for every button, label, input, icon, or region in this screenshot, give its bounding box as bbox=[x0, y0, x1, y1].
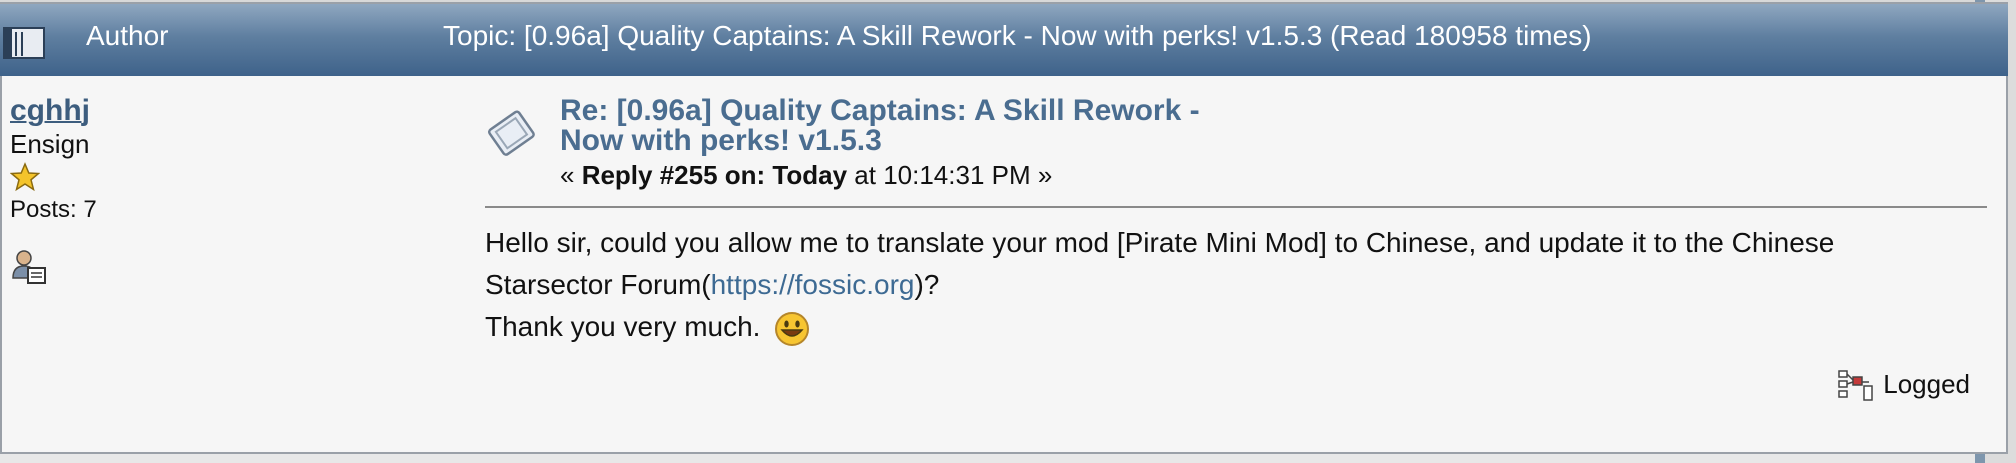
poster-info: cghhj Ensign Posts: 7 bbox=[10, 94, 370, 286]
body-line-2: Starsector Forum(https://fossic.org)? bbox=[485, 264, 1995, 306]
poster-post-count: Posts: 7 bbox=[10, 196, 97, 223]
meta-time: at 10:14:31 PM » bbox=[847, 160, 1053, 190]
meta-reply-number: Reply #255 on: Today bbox=[581, 160, 848, 190]
logged-icon bbox=[1838, 370, 1873, 401]
meta-prefix: « bbox=[560, 160, 582, 190]
post-title-link[interactable]: Re: [0.96a] Quality Captains: A Skill Re… bbox=[560, 96, 1260, 156]
profile-icon[interactable] bbox=[10, 248, 48, 286]
post-body: Hello sir, could you allow me to transla… bbox=[485, 222, 1995, 348]
post-icon bbox=[488, 110, 535, 156]
topic-title-header: Topic: [0.96a] Quality Captains: A Skill… bbox=[443, 20, 1592, 51]
post-title-line-1: Re: [0.96a] Quality Captains: A Skill Re… bbox=[560, 94, 1200, 127]
post-meta: « Reply #255 on: Today at 10:14:31 PM » bbox=[560, 160, 1052, 191]
author-column-header: Author bbox=[86, 20, 169, 51]
page-frame: Author Topic: [0.96a] Quality Captains: … bbox=[0, 0, 2016, 463]
body-line-3-text: Thank you very much. bbox=[485, 311, 761, 342]
logged-label: Logged bbox=[1883, 368, 1970, 399]
body-line-3: Thank you very much. bbox=[485, 306, 1995, 348]
topic-header-bar: Author Topic: [0.96a] Quality Captains: … bbox=[0, 4, 2008, 76]
smiley-icon bbox=[775, 311, 810, 346]
body-line-2-suffix: )? bbox=[914, 269, 940, 300]
topic-icon bbox=[3, 27, 45, 59]
poster-name-link[interactable]: cghhj bbox=[10, 94, 370, 128]
logged-indicator: Logged bbox=[1836, 368, 1970, 404]
post-divider bbox=[485, 206, 1987, 208]
body-line-2-prefix: Starsector Forum( bbox=[485, 269, 711, 300]
poster-rank: Ensign bbox=[10, 129, 90, 159]
post-title-line-2: Now with perks! v1.5.3 bbox=[560, 124, 882, 157]
body-line-1: Hello sir, could you allow me to transla… bbox=[485, 227, 1835, 258]
star-icon bbox=[10, 162, 40, 192]
fossic-link[interactable]: https://fossic.org bbox=[711, 269, 915, 300]
